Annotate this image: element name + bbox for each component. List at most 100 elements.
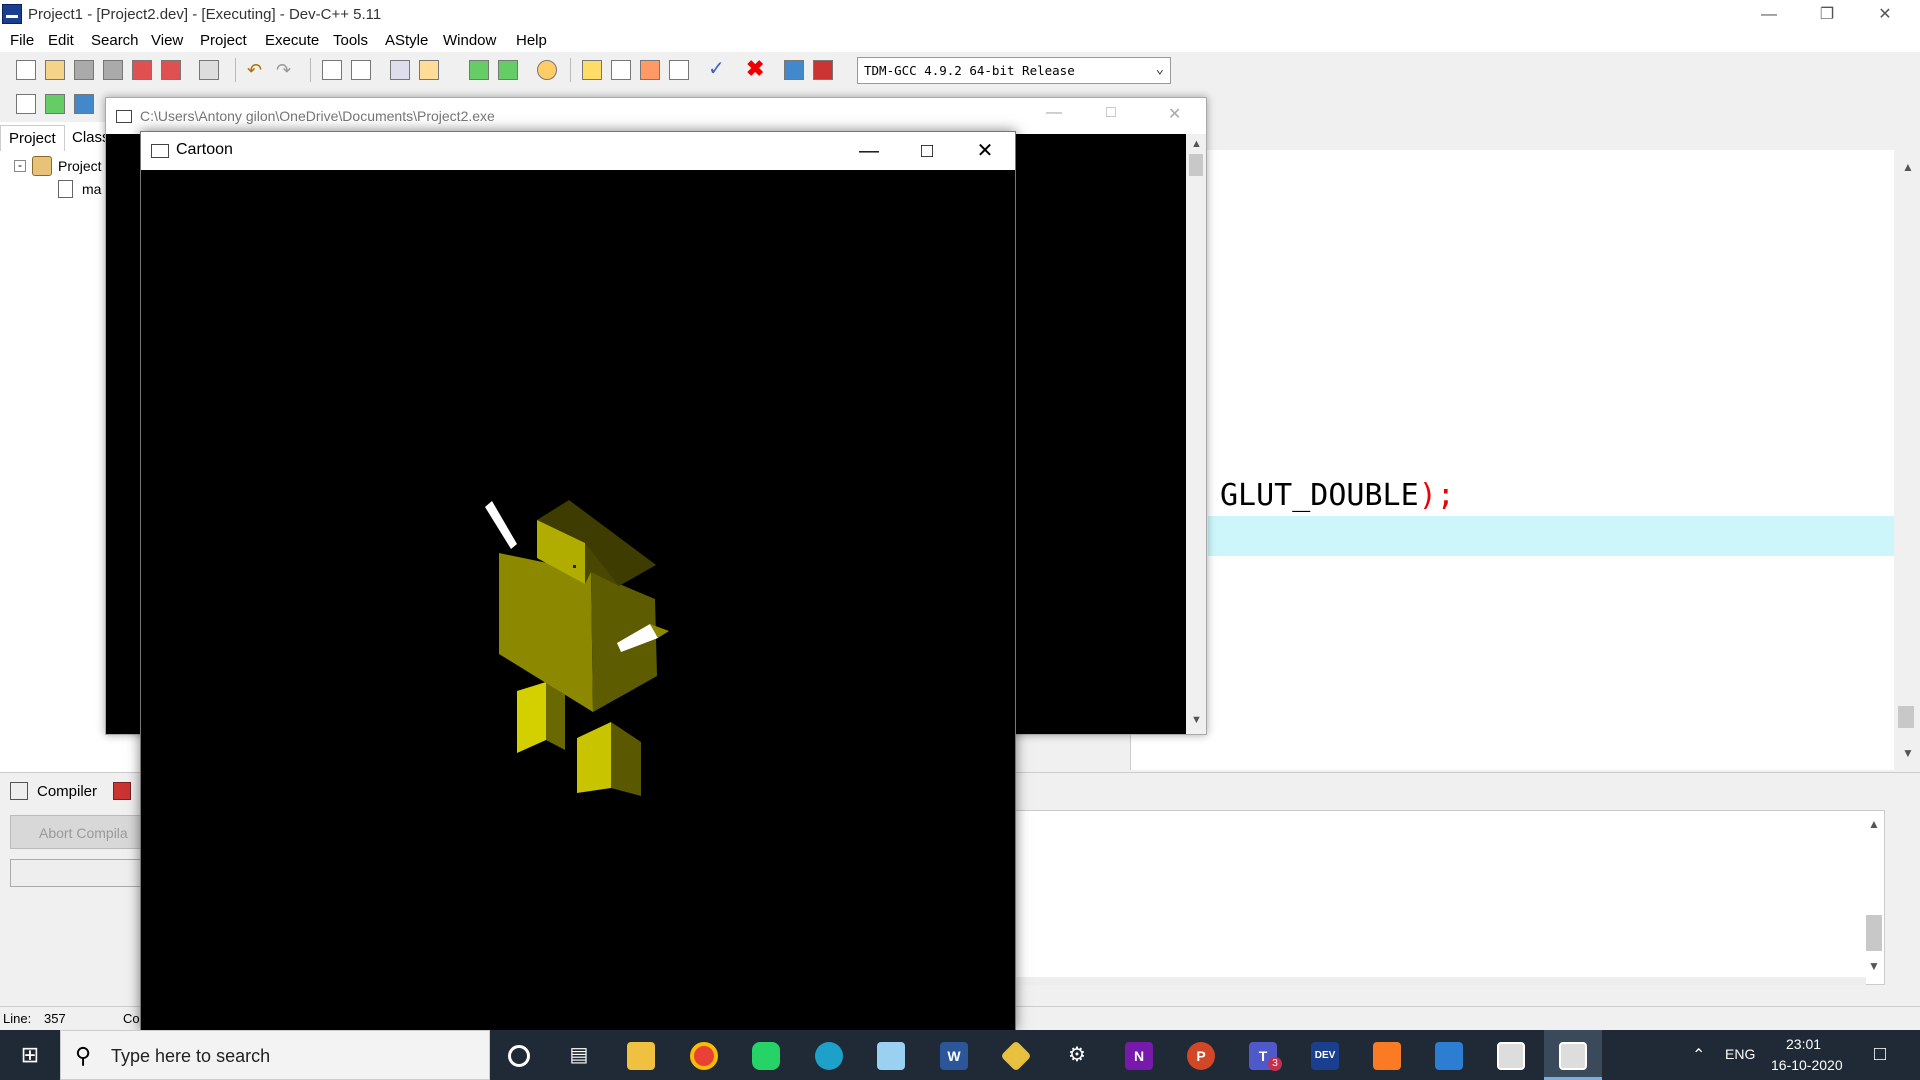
editor-scrollbar[interactable]: ▲ ▼ bbox=[1894, 150, 1920, 770]
teams-icon[interactable]: T3 bbox=[1234, 1030, 1292, 1080]
scroll-down-icon[interactable]: ▼ bbox=[1868, 959, 1880, 973]
redo-icon[interactable]: ↷ bbox=[276, 60, 296, 80]
scroll-up-icon[interactable]: ▲ bbox=[1868, 817, 1880, 831]
resources-tab-icon[interactable] bbox=[113, 782, 131, 800]
stop-execution-icon[interactable]: ✖ bbox=[746, 58, 766, 80]
tab-project[interactable]: Project bbox=[0, 125, 65, 151]
menu-view[interactable]: View bbox=[151, 32, 183, 49]
profile-chart-icon[interactable] bbox=[784, 60, 804, 80]
console-close-button[interactable]: ✕ bbox=[1168, 104, 1181, 124]
cartoon-minimize-button[interactable]: — bbox=[840, 132, 898, 170]
new-file-icon[interactable] bbox=[16, 60, 36, 80]
task-view-icon[interactable]: ▤ bbox=[550, 1030, 608, 1080]
console-scroll-thumb[interactable] bbox=[1189, 154, 1203, 176]
replace-icon[interactable] bbox=[351, 60, 371, 80]
delete-profiling-icon[interactable] bbox=[813, 60, 833, 80]
taskbar-search[interactable]: ⚲ Type here to search bbox=[60, 1030, 490, 1080]
output-scroll-thumb[interactable] bbox=[1866, 915, 1882, 951]
active-window-icon[interactable] bbox=[1544, 1030, 1602, 1080]
tab-compiler[interactable]: Compiler bbox=[37, 783, 97, 800]
horizontal-scrollbar[interactable] bbox=[1016, 977, 1866, 985]
settings-icon[interactable]: ⚙ bbox=[1048, 1030, 1106, 1080]
whatsapp-icon[interactable] bbox=[737, 1030, 795, 1080]
insert-icon[interactable] bbox=[16, 94, 36, 114]
save-all-icon[interactable] bbox=[103, 60, 123, 80]
code-paren: ) bbox=[1418, 478, 1437, 513]
window-icon[interactable] bbox=[611, 60, 631, 80]
print-icon[interactable] bbox=[199, 60, 219, 80]
editor-scroll-thumb[interactable] bbox=[1898, 706, 1914, 728]
menu-astyle[interactable]: AStyle bbox=[385, 32, 428, 49]
compiler-output[interactable]: ▲ ▼ bbox=[1015, 810, 1885, 985]
save-icon[interactable] bbox=[74, 60, 94, 80]
close-button[interactable]: ✕ bbox=[1856, 0, 1914, 30]
find-icon[interactable] bbox=[322, 60, 342, 80]
compiler-select[interactable]: TDM-GCC 4.9.2 64-bit Release ⌄ bbox=[857, 57, 1171, 84]
menu-edit[interactable]: Edit bbox=[48, 32, 74, 49]
console-scrollbar[interactable]: ▲ ▼ bbox=[1186, 134, 1206, 734]
add-to-project-icon[interactable] bbox=[469, 60, 489, 80]
scroll-down-icon[interactable]: ▼ bbox=[1191, 714, 1202, 726]
cartoon-title-bar[interactable]: Cartoon — □ ✕ bbox=[141, 132, 1015, 170]
clock-date[interactable]: 16-10-2020 bbox=[1771, 1057, 1843, 1073]
chrome-icon[interactable] bbox=[675, 1030, 733, 1080]
notepad-icon[interactable] bbox=[862, 1030, 920, 1080]
indent-icon[interactable] bbox=[390, 60, 410, 80]
compiler-tab-icon bbox=[10, 782, 28, 800]
goto-icon[interactable] bbox=[45, 94, 65, 114]
notifications-icon[interactable]: □ bbox=[1874, 1043, 1886, 1066]
windows-start-icon[interactable]: ⊞ bbox=[0, 1030, 60, 1080]
close-file-icon[interactable] bbox=[132, 60, 152, 80]
unindent-icon[interactable] bbox=[419, 60, 439, 80]
remove-from-project-icon[interactable] bbox=[498, 60, 518, 80]
tree-file-item[interactable]: ma bbox=[82, 181, 101, 197]
onenote-icon[interactable]: N bbox=[1110, 1030, 1168, 1080]
open-file-icon[interactable] bbox=[45, 60, 65, 80]
console-title-bar[interactable]: C:\Users\Antony gilon\OneDrive\Documents… bbox=[106, 98, 1206, 134]
chevron-up-icon[interactable]: ⌃ bbox=[1692, 1045, 1705, 1065]
class-browser-icon[interactable] bbox=[582, 60, 602, 80]
devcpp-icon[interactable]: DEV bbox=[1296, 1030, 1354, 1080]
robot-antenna bbox=[485, 501, 517, 549]
project-options-icon[interactable] bbox=[537, 60, 557, 80]
run-icon[interactable] bbox=[669, 60, 689, 80]
menu-help[interactable]: Help bbox=[516, 32, 547, 49]
file-explorer-icon[interactable] bbox=[612, 1030, 670, 1080]
menu-search[interactable]: Search bbox=[91, 32, 139, 49]
opengl-canvas[interactable] bbox=[141, 170, 1015, 1030]
menu-project[interactable]: Project bbox=[200, 32, 247, 49]
scroll-up-icon[interactable]: ▲ bbox=[1902, 160, 1914, 174]
close-all-icon[interactable] bbox=[161, 60, 181, 80]
menu-file[interactable]: File bbox=[10, 32, 34, 49]
console-minimize-button[interactable]: — bbox=[1046, 104, 1062, 122]
menu-tools[interactable]: Tools bbox=[333, 32, 368, 49]
compile-icon[interactable] bbox=[640, 60, 660, 80]
photos-icon[interactable] bbox=[1420, 1030, 1478, 1080]
window-icon[interactable] bbox=[1482, 1030, 1540, 1080]
powerpoint-icon[interactable]: P bbox=[1172, 1030, 1230, 1080]
restore-button[interactable]: ❐ bbox=[1798, 0, 1856, 30]
cortana-icon[interactable] bbox=[490, 1030, 548, 1080]
cartoon-close-button[interactable]: ✕ bbox=[956, 132, 1014, 170]
undo-icon[interactable]: ↶ bbox=[247, 60, 267, 80]
menu-window[interactable]: Window bbox=[443, 32, 496, 49]
xampp-icon[interactable] bbox=[1358, 1030, 1416, 1080]
console-maximize-button[interactable]: □ bbox=[1106, 104, 1116, 122]
edge-icon[interactable] bbox=[800, 1030, 858, 1080]
cartoon-maximize-button[interactable]: □ bbox=[898, 132, 956, 170]
code-editor[interactable] bbox=[1130, 150, 1900, 770]
language-indicator[interactable]: ENG bbox=[1725, 1046, 1755, 1062]
menu-execute[interactable]: Execute bbox=[265, 32, 319, 49]
tree-project-root[interactable]: Project bbox=[58, 158, 102, 174]
scroll-up-icon[interactable]: ▲ bbox=[1191, 138, 1202, 150]
word-icon[interactable]: W bbox=[925, 1030, 983, 1080]
minimize-button[interactable]: — bbox=[1740, 0, 1798, 30]
bookmark-icon[interactable] bbox=[74, 94, 94, 114]
cartoon-window[interactable]: Cartoon — □ ✕ bbox=[140, 131, 1016, 1031]
check-syntax-icon[interactable]: ✓ bbox=[708, 59, 728, 80]
scroll-down-icon[interactable]: ▼ bbox=[1902, 746, 1914, 760]
clock-time[interactable]: 23:01 bbox=[1786, 1036, 1821, 1052]
tree-collapse-icon[interactable]: - bbox=[14, 159, 26, 172]
git-icon[interactable] bbox=[987, 1030, 1045, 1080]
abort-compilation-button[interactable]: Abort Compila bbox=[10, 815, 150, 849]
